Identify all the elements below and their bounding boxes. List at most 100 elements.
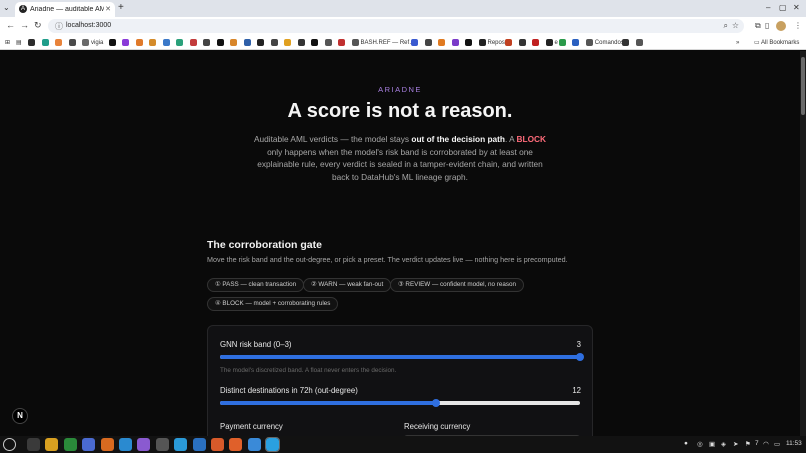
bookmark-item[interactable] <box>122 38 131 47</box>
risk-band-handle[interactable] <box>576 352 584 361</box>
bookmark-item[interactable] <box>149 38 158 47</box>
bookmark-item[interactable] <box>28 38 37 47</box>
bookmark-item[interactable] <box>572 38 581 47</box>
bookmark-item[interactable] <box>324 38 334 47</box>
bookmark-item[interactable] <box>189 38 199 47</box>
bookmark-item[interactable] <box>41 38 51 47</box>
apps-grid-icon[interactable]: ⊞ <box>5 38 10 47</box>
bookmark-item[interactable] <box>216 38 226 47</box>
all-bookmarks-button[interactable]: ▭ All Bookmarks <box>754 39 799 46</box>
close-window-icon[interactable]: ✕ <box>793 3 800 12</box>
wifi-icon[interactable]: ◠ <box>763 440 769 448</box>
nextjs-devtools-button[interactable]: N <box>12 408 28 424</box>
more-bookmarks-icon[interactable]: » <box>736 38 739 47</box>
bookmark-favicon-icon <box>351 39 359 46</box>
bookmark-item[interactable] <box>558 38 568 47</box>
bookmark-item[interactable]: Comandos <box>585 38 624 47</box>
tab-search-icon[interactable]: ⌄ <box>3 3 10 12</box>
start-menu-icon[interactable] <box>3 438 16 451</box>
tray-clipboard-icon[interactable]: ▣ <box>709 440 715 448</box>
bookmark-folder-icon[interactable]: ▤ <box>16 38 22 47</box>
minimize-icon[interactable]: – <box>766 3 770 12</box>
site-info-icon[interactable]: ⓘ <box>55 21 63 32</box>
taskbar-app-icon[interactable] <box>174 438 188 451</box>
preset-block-button[interactable]: ④ BLOCK — model + corroborating rules <box>207 297 339 311</box>
bookmark-item[interactable] <box>108 38 118 47</box>
bookmark-item[interactable] <box>284 38 293 47</box>
bookmark-item[interactable] <box>257 38 266 47</box>
bookmark-item[interactable] <box>176 38 185 47</box>
taskbar-app-icon[interactable] <box>119 438 132 451</box>
taskbar-app-icon[interactable] <box>137 438 151 451</box>
new-tab-button[interactable]: + <box>118 2 124 13</box>
out-degree-slider[interactable] <box>220 398 580 407</box>
scrollbar-thumb[interactable] <box>801 57 805 115</box>
bookmark-item[interactable]: Repos <box>478 38 505 47</box>
profile-avatar[interactable] <box>776 21 786 31</box>
bookmark-item[interactable]: BASH.REF — Ref… <box>351 38 415 47</box>
bookmark-item[interactable] <box>635 38 645 47</box>
taskbar-app-icon[interactable] <box>229 438 243 451</box>
tray-notification-icon[interactable]: ⚑ <box>745 440 751 448</box>
taskbar-app-icon[interactable] <box>265 437 281 452</box>
bookmark-item[interactable]: e <box>545 38 558 47</box>
bookmark-item[interactable] <box>505 38 514 47</box>
bookmark-item[interactable] <box>518 38 528 47</box>
browser-menu-icon[interactable]: ⋮ <box>794 21 802 30</box>
taskbar-app-icon[interactable] <box>155 438 169 451</box>
taskbar-app-icon[interactable] <box>45 438 59 451</box>
risk-band-slider[interactable] <box>220 352 584 361</box>
tray-shield-icon[interactable]: ◈ <box>721 440 726 448</box>
bookmark-favicon-icon <box>545 39 553 46</box>
bookmark-item[interactable] <box>338 38 347 47</box>
close-tab-icon[interactable]: ✕ <box>105 5 111 13</box>
taskbar-app-icon[interactable] <box>100 438 114 451</box>
taskbar-app-icon[interactable] <box>211 438 224 451</box>
sidebar-icon[interactable]: ▯ <box>765 21 769 30</box>
bookmark-item[interactable] <box>311 38 320 47</box>
bookmark-item[interactable] <box>162 38 172 47</box>
preset-pass-button[interactable]: ① PASS — clean transaction <box>207 278 305 292</box>
taskbar-app-icon[interactable] <box>82 438 96 451</box>
clock[interactable]: 11:53 <box>786 440 802 447</box>
extensions-icon[interactable]: ⧉ <box>755 21 761 31</box>
taskbar-app-icon[interactable] <box>247 438 261 451</box>
bookmark-item[interactable] <box>243 38 253 47</box>
battery-icon[interactable]: ▭ <box>774 440 780 448</box>
bookmark-item[interactable] <box>270 38 280 47</box>
taskbar-app-icon[interactable] <box>27 438 40 451</box>
bookmark-star-icon[interactable]: ☆ <box>732 21 739 30</box>
browser-tab[interactable]: A Ariadne — auditable AML ver… ✕ <box>15 2 115 17</box>
taskbar-app-icon[interactable] <box>63 438 77 451</box>
maximize-icon[interactable]: ▢ <box>779 3 787 12</box>
url-text[interactable]: localhost:3000 <box>66 22 111 29</box>
tab-strip: ⌄ A Ariadne — auditable AML ver… ✕ + – ▢… <box>0 0 806 17</box>
bookmark-item[interactable] <box>203 38 212 47</box>
bookmark-item[interactable] <box>411 38 420 47</box>
bookmark-item[interactable] <box>55 38 64 47</box>
zoom-icon[interactable]: ⌕ <box>724 21 728 31</box>
forward-icon[interactable]: → <box>20 20 29 30</box>
preset-warn-button[interactable]: ② WARN — weak fan-out <box>303 278 392 292</box>
reload-icon[interactable]: ↻ <box>34 20 42 31</box>
tray-telegram-icon[interactable]: ➤ <box>733 440 738 448</box>
bookmark-item[interactable] <box>622 38 631 47</box>
bookmark-item[interactable] <box>135 38 145 47</box>
bookmark-item[interactable] <box>297 38 307 47</box>
taskbar-app-icon[interactable] <box>192 438 206 451</box>
out-degree-handle[interactable] <box>432 398 440 407</box>
back-icon[interactable]: ← <box>6 20 15 30</box>
bookmark-item[interactable] <box>68 38 78 47</box>
page-scrollbar[interactable] <box>800 51 806 436</box>
tray-dropbox-icon[interactable]: ◎ <box>697 440 703 448</box>
bookmark-item[interactable] <box>424 38 434 47</box>
bookmark-item[interactable] <box>465 38 474 47</box>
bookmark-item[interactable] <box>230 38 239 47</box>
address-bar[interactable]: ⓘ localhost:3000 ⌕ ☆ <box>48 19 744 33</box>
bookmark-item[interactable] <box>438 38 447 47</box>
bookmark-item[interactable] <box>451 38 461 47</box>
tray-status-icon[interactable]: ● <box>684 440 688 447</box>
bookmark-item[interactable] <box>532 38 541 47</box>
bookmark-item[interactable]: vigia <box>82 38 103 47</box>
preset-review-button[interactable]: ③ REVIEW — confident model, no reason <box>390 278 524 292</box>
